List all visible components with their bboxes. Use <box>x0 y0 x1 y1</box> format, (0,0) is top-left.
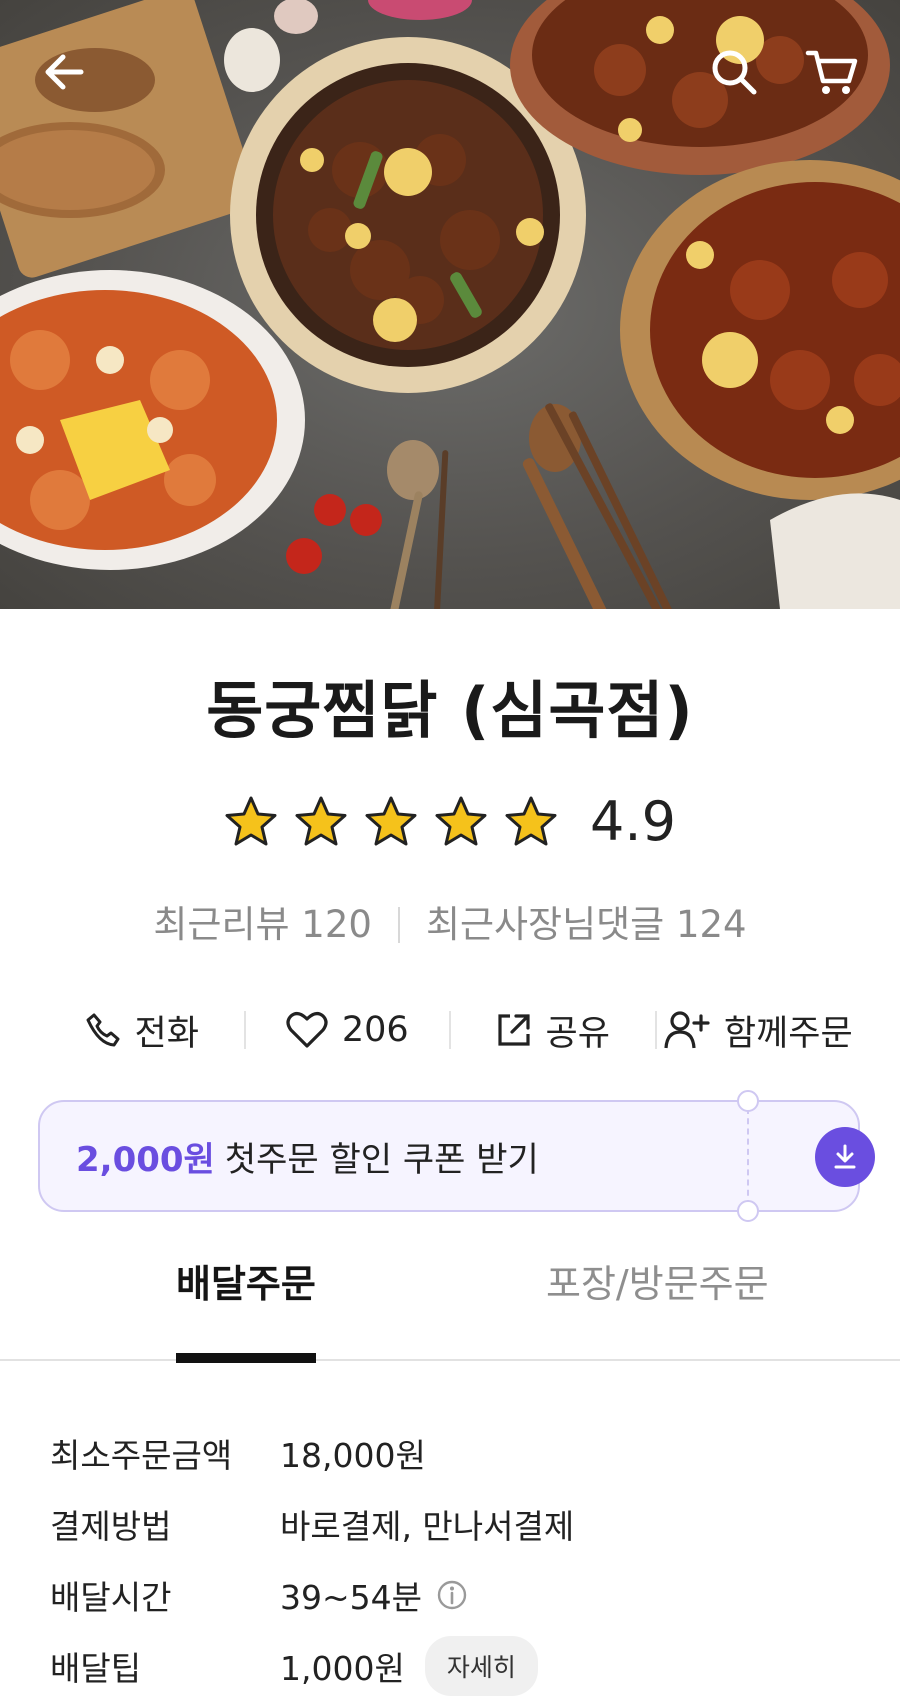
info-row-delivery-tip: 배달팁 1,000원 자세히 <box>50 1630 870 1701</box>
coupon-amount: 2,000원 <box>76 1139 215 1180</box>
rating-value: 4.9 <box>590 790 676 853</box>
back-arrow-icon <box>45 54 84 90</box>
star-icon <box>505 796 557 846</box>
delivery-time-label: 배달시간 <box>50 1577 172 1617</box>
min-order-label: 최소주문금액 <box>50 1435 233 1475</box>
phone-icon <box>86 1013 120 1047</box>
star-icon <box>435 796 487 846</box>
payment-label: 결제방법 <box>50 1506 172 1546</box>
delivery-tip-value-wrap: 1,000원 자세히 <box>280 1635 538 1696</box>
like-button[interactable]: 206 <box>246 1010 450 1050</box>
share-label: 공유 <box>545 1013 610 1054</box>
call-button[interactable]: 전화 <box>40 1005 244 1056</box>
order-type-tabs: 배달주문 포장/방문주문 <box>0 1265 900 1363</box>
group-order-label: 함께주문 <box>723 1013 853 1054</box>
search-icon <box>712 50 757 95</box>
store-actions: 전화 206 공유 함께주문 <box>40 1000 860 1060</box>
star-icon <box>295 796 347 846</box>
store-name: 동궁찜닭 (심곡점) <box>206 674 694 747</box>
search-button[interactable] <box>702 40 766 104</box>
rating-row: 4.9 <box>0 795 900 849</box>
share-button[interactable]: 공유 <box>451 1005 655 1056</box>
info-icon[interactable] <box>436 1579 468 1611</box>
first-order-coupon[interactable]: 2,000원 첫주문 할인 쿠폰 받기 <box>38 1090 875 1222</box>
info-row-payment: 결제방법 바로결제, 만나서결제 <box>50 1488 870 1559</box>
min-order-value: 18,000원 <box>280 1435 426 1475</box>
coupon-text: 2,000원 첫주문 할인 쿠폰 받기 <box>40 1132 858 1181</box>
cart-button[interactable] <box>800 40 864 104</box>
divider <box>397 906 400 943</box>
delivery-info: 최소주문금액 18,000원 결제방법 바로결제, 만나서결제 배달시간 39~… <box>50 1417 870 1701</box>
add-person-icon <box>664 1011 710 1049</box>
tab-pickup[interactable]: 포장/방문주문 <box>546 1265 769 1361</box>
info-row-min-order: 최소주문금액 18,000원 <box>50 1417 870 1488</box>
info-row-delivery-time: 배달시간 39~54분 <box>50 1559 870 1630</box>
share-icon <box>497 1014 530 1046</box>
star-icon <box>225 796 277 846</box>
coupon-download-button[interactable] <box>815 1127 875 1187</box>
review-summary: 최근리뷰 120 최근사장님댓글 124 <box>0 906 900 943</box>
coupon-notch <box>737 1090 759 1112</box>
coupon-dashed-divider <box>747 1108 749 1206</box>
payment-value: 바로결제, 만나서결제 <box>280 1506 575 1546</box>
download-icon <box>834 1144 856 1169</box>
star-icon <box>365 796 417 846</box>
delivery-tip-value: 1,000원 <box>280 1648 405 1688</box>
heart-icon <box>286 1012 328 1048</box>
tab-delivery[interactable]: 배달주문 <box>176 1265 316 1363</box>
owner-replies-link[interactable]: 최근사장님댓글 124 <box>426 906 747 943</box>
delivery-time-value-wrap: 39~54분 <box>280 1571 468 1619</box>
like-count: 206 <box>341 1010 409 1050</box>
cart-icon <box>805 50 858 94</box>
hero-food-image <box>0 0 900 609</box>
tip-detail-button[interactable]: 자세히 <box>424 1635 538 1696</box>
delivery-time-value: 39~54분 <box>280 1577 422 1617</box>
coupon-notch <box>737 1200 759 1222</box>
coupon-description: 첫주문 할인 쿠폰 받기 <box>224 1139 539 1180</box>
call-label: 전화 <box>134 1013 199 1054</box>
back-button[interactable] <box>32 40 96 104</box>
delivery-tip-label: 배달팁 <box>50 1648 142 1688</box>
group-order-button[interactable]: 함께주문 <box>657 1005 861 1056</box>
recent-reviews-link[interactable]: 최근리뷰 120 <box>153 906 372 943</box>
